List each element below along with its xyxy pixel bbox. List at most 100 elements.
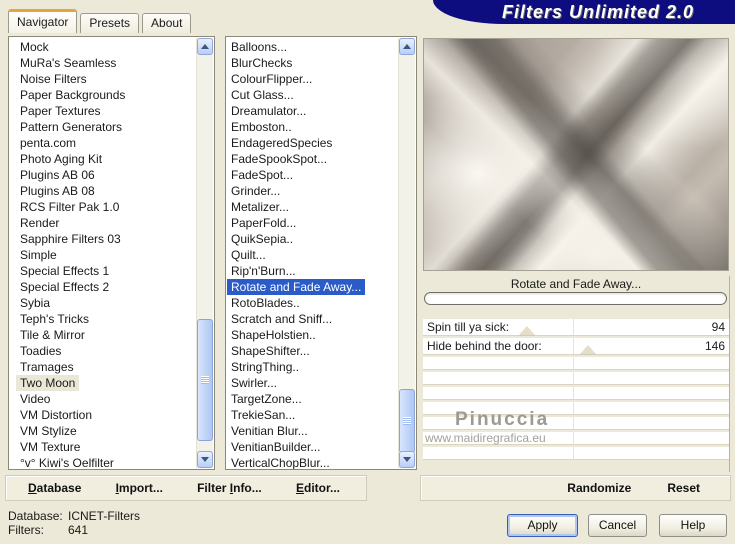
list-item[interactable]: Plugins AB 06 — [16, 167, 99, 183]
empty-param-row — [423, 447, 729, 460]
filter-listbox: Balloons... BlurChecks ColourFlipper... Cut… — [225, 36, 417, 470]
list-item[interactable]: Toadies — [16, 343, 65, 359]
list-item[interactable]: ColourFlipper... — [227, 71, 316, 87]
list-item[interactable]: TargetZone... — [227, 391, 306, 407]
list-item[interactable]: VM Stylize — [16, 423, 81, 439]
help-button[interactable]: Help — [659, 514, 727, 537]
list-item[interactable]: VenitianBuilder... — [227, 439, 324, 455]
list-item[interactable]: Tramages — [16, 359, 78, 375]
list-item[interactable]: Render — [16, 215, 63, 231]
database-value: ICNET-Filters — [68, 509, 140, 523]
list-item[interactable]: RotoBlades.. — [227, 295, 304, 311]
list-item[interactable]: Two Moon — [16, 375, 80, 391]
database-button[interactable]: Database — [28, 481, 81, 495]
tab-about[interactable]: About — [142, 13, 192, 33]
filters-label: Filters: — [8, 523, 44, 537]
empty-param-row — [423, 357, 729, 370]
randomize-button[interactable]: Randomize — [567, 481, 631, 495]
editor-button[interactable]: Editor... — [296, 481, 340, 495]
param-label: Hide behind the door: — [427, 339, 542, 353]
list-item[interactable]: Sapphire Filters 03 — [16, 231, 125, 247]
list-item[interactable]: penta.com — [16, 135, 80, 151]
slider-thumb[interactable] — [580, 345, 597, 354]
list-item[interactable]: °v° Kiwi's Oelfilter — [16, 455, 118, 469]
list-item[interactable]: Dreamulator... — [227, 103, 310, 119]
param-row-spin: Spin till ya sick: 94 — [423, 319, 729, 336]
scrollbar-thumb[interactable] — [197, 319, 213, 441]
selected-filter-caption: Rotate and Fade Away... — [510, 277, 642, 291]
apply-button[interactable]: Apply — [507, 514, 578, 537]
watermark-url: www.maidiregrafica.eu — [425, 431, 546, 445]
list-item[interactable]: Teph's Tricks — [16, 311, 93, 327]
category-scrollbar[interactable] — [196, 38, 213, 468]
list-item[interactable]: Metalizer... — [227, 199, 293, 215]
list-item[interactable]: EndageredSpecies — [227, 135, 336, 151]
tab-presets[interactable]: Presets — [80, 13, 140, 33]
empty-param-row — [423, 372, 729, 385]
list-item[interactable]: Video — [16, 391, 54, 407]
left-toolbar: Database Import... Filter Info... Editor… — [5, 475, 367, 501]
list-item[interactable]: FadeSpot... — [227, 167, 297, 183]
list-item[interactable]: Rotate and Fade Away... — [227, 279, 366, 295]
status-database: Database: ICNET-Filters — [8, 509, 140, 523]
window-title: Filters Unlimited 2.0 — [501, 1, 695, 22]
category-listbox: Mock MuRa's Seamless Noise Filters Paper Ba… — [8, 36, 215, 470]
list-item[interactable]: Scratch and Sniff... — [227, 311, 336, 327]
list-item[interactable]: VM Distortion — [16, 407, 96, 423]
list-item[interactable]: Sybia — [16, 295, 54, 311]
list-item[interactable]: Tile & Mirror — [16, 327, 89, 343]
list-item[interactable]: Pattern Generators — [16, 119, 126, 135]
list-item[interactable]: BlurChecks — [227, 55, 296, 71]
list-item[interactable]: Simple — [16, 247, 61, 263]
category-items: Mock MuRa's Seamless Noise Filters Paper Ba… — [9, 39, 196, 469]
slider-thumb[interactable] — [519, 326, 536, 335]
list-item[interactable]: ShapeShifter... — [227, 343, 314, 359]
filters-value: 641 — [68, 523, 89, 537]
list-item[interactable]: VerticalChopBlur... — [227, 455, 334, 469]
scroll-up-button[interactable] — [399, 38, 415, 55]
list-item[interactable]: VM Texture — [16, 439, 84, 455]
list-item[interactable]: RCS Filter Pak 1.0 — [16, 199, 123, 215]
scrollbar-thumb[interactable] — [399, 389, 415, 453]
list-item[interactable]: Special Effects 1 — [16, 263, 113, 279]
filter-scrollbar[interactable] — [398, 38, 415, 468]
import-button[interactable]: Import... — [116, 481, 163, 495]
filter-info-button[interactable]: Filter Info... — [197, 481, 262, 495]
list-item[interactable]: Rip'n'Burn... — [227, 263, 300, 279]
list-item[interactable]: Quilt... — [227, 247, 270, 263]
list-item[interactable]: Balloons... — [227, 39, 291, 55]
list-item[interactable]: Special Effects 2 — [16, 279, 113, 295]
list-item[interactable]: Emboston.. — [227, 119, 296, 135]
scroll-up-button[interactable] — [197, 38, 213, 55]
param-value: 146 — [704, 339, 725, 353]
list-item[interactable]: Swirler... — [227, 375, 281, 391]
list-item[interactable]: Cut Glass... — [227, 87, 298, 103]
list-item[interactable]: Photo Aging Kit — [16, 151, 106, 167]
tab-navigator[interactable]: Navigator — [8, 9, 78, 33]
list-item[interactable]: ShapeHolstien.. — [227, 327, 320, 343]
list-item[interactable]: QuikSepia.. — [227, 231, 297, 247]
scroll-down-button[interactable] — [197, 451, 213, 468]
list-item[interactable]: Paper Backgrounds — [16, 87, 129, 103]
list-item[interactable]: Noise Filters — [16, 71, 91, 87]
scroll-down-button[interactable] — [399, 451, 415, 468]
tab-bar: Navigator Presets About — [8, 9, 194, 33]
list-item[interactable]: Mock — [16, 39, 53, 55]
status-filter-count: Filters: 641 — [8, 523, 88, 537]
list-item[interactable]: TrekieSan... — [227, 407, 299, 423]
list-item[interactable]: Grinder... — [227, 183, 284, 199]
empty-param-row — [423, 387, 729, 400]
filter-items: Balloons... BlurChecks ColourFlipper... Cut… — [226, 39, 398, 469]
param-label: Spin till ya sick: — [427, 320, 510, 334]
watermark-name: Pinuccia — [455, 409, 550, 430]
list-item[interactable]: PaperFold... — [227, 215, 300, 231]
cancel-button[interactable]: Cancel — [588, 514, 647, 537]
list-item[interactable]: MuRa's Seamless — [16, 55, 120, 71]
list-item[interactable]: StringThing.. — [227, 359, 303, 375]
list-item[interactable]: Venitian Blur... — [227, 423, 312, 439]
list-item[interactable]: Paper Textures — [16, 103, 105, 119]
database-label: Database: — [8, 509, 63, 523]
reset-button[interactable]: Reset — [667, 481, 700, 495]
list-item[interactable]: FadeSpookSpot... — [227, 151, 331, 167]
list-item[interactable]: Plugins AB 08 — [16, 183, 99, 199]
